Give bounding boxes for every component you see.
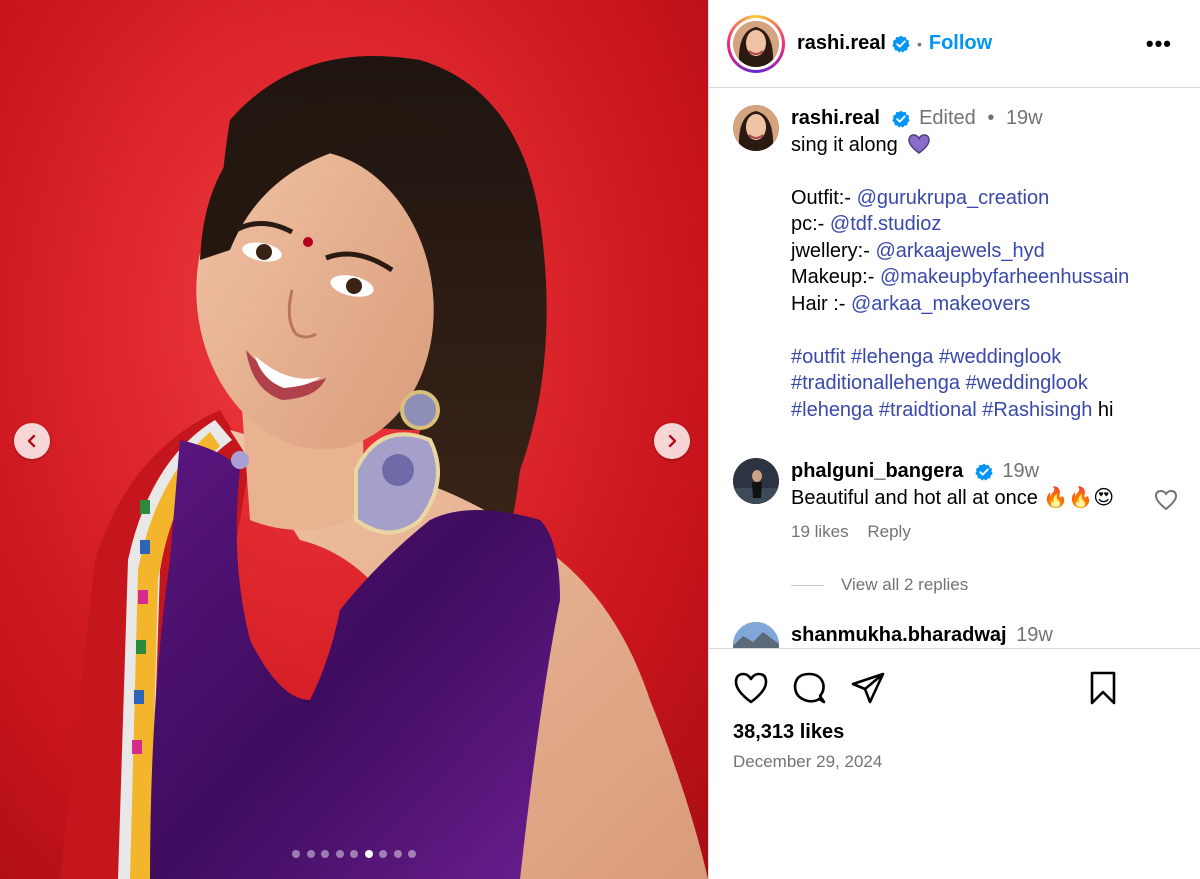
chevron-right-icon — [668, 434, 677, 448]
chevron-left-icon — [27, 434, 36, 448]
caption-username[interactable]: rashi.real — [791, 107, 880, 129]
commenter-avatar[interactable] — [733, 622, 779, 648]
post-details-panel: rashi.real • Follow ••• rashi.real Edite… — [708, 0, 1200, 879]
verified-icon — [891, 110, 910, 128]
comment-text: Beautiful and hot all at once — [791, 486, 1038, 509]
story-ring[interactable] — [727, 14, 785, 73]
carousel-next-button[interactable] — [654, 423, 690, 459]
caption: rashi.real Edited • 19w sing it along Ou… — [733, 105, 1129, 423]
comment-time[interactable]: 19w — [1002, 460, 1039, 482]
post-header: rashi.real • Follow ••• — [709, 0, 1200, 88]
post-photo — [0, 0, 708, 879]
credit-line: pc:- @tdf.studioz — [791, 213, 942, 235]
comment-time[interactable]: 19w — [1016, 624, 1053, 646]
carousel-dot — [364, 850, 373, 858]
hashtags[interactable]: #traditionallehenga #weddinglook — [791, 372, 1088, 394]
header-separator: • — [916, 35, 922, 52]
carousel-indicator — [0, 850, 708, 858]
mention-link[interactable]: @gurukrupa_creation — [857, 187, 1050, 209]
caption-time[interactable]: 19w — [1006, 107, 1043, 129]
share-icon[interactable] — [850, 671, 886, 705]
mention-link[interactable]: @arkaa_makeovers — [851, 293, 1030, 315]
comment-emoji: 🔥🔥😍 — [1043, 486, 1115, 509]
caption-line1: sing it along — [791, 133, 898, 156]
post-date: December 29, 2024 — [733, 752, 883, 771]
more-options-button[interactable]: ••• — [1146, 33, 1172, 55]
edited-label: Edited — [919, 107, 976, 129]
likes-count[interactable]: 38,313 likes — [733, 721, 844, 744]
heart-icon[interactable] — [733, 671, 769, 705]
view-replies[interactable]: View all 2 replies — [791, 575, 968, 595]
carousel-dot — [350, 850, 358, 858]
credit-line: Makeup:- @makeupbyfarheenhussain — [791, 266, 1130, 288]
post-author-username[interactable]: rashi.real — [797, 32, 886, 55]
reply-button[interactable]: Reply — [867, 522, 910, 541]
mention-link[interactable]: @arkaajewels_hyd — [875, 240, 1044, 262]
caption-avatar[interactable] — [733, 105, 779, 151]
credit-line: Outfit:- @gurukrupa_creation — [791, 186, 1050, 209]
comment-item: phalguni_bangera 19w Beautiful and hot a… — [733, 458, 1114, 546]
hashtags[interactable]: #outfit #lehenga #weddinglook — [791, 346, 1061, 368]
comment-item: shanmukha.bharadwaj 19w — [733, 622, 1053, 648]
mention-link[interactable]: @tdf.studioz — [830, 213, 941, 235]
commenter-avatar[interactable] — [733, 458, 779, 504]
carousel-dot — [393, 850, 402, 858]
caption-separator: • — [987, 107, 995, 129]
hashtags[interactable]: #lehenga #traidtional #Rashisingh — [791, 399, 1092, 421]
comment-icon[interactable] — [791, 671, 827, 705]
credit-line: Hair :- @arkaa_makeovers — [791, 292, 1031, 315]
verified-icon — [892, 35, 910, 53]
comment-likes[interactable]: 19 likes — [791, 522, 849, 541]
mention-link[interactable]: @makeupbyfarheenhussain — [880, 266, 1129, 288]
carousel-prev-button[interactable] — [14, 423, 50, 459]
carousel-dot — [379, 850, 387, 858]
carousel-dot — [335, 850, 344, 858]
view-replies-label[interactable]: View all 2 replies — [841, 575, 968, 595]
carousel-dot — [321, 850, 329, 858]
follow-button[interactable]: Follow — [929, 32, 992, 55]
caption-trailing-text: hi — [1092, 398, 1114, 421]
post-actions: 38,313 likes December 29, 2024 — [709, 648, 1200, 879]
comment-like-icon[interactable] — [1154, 489, 1178, 511]
carousel-dot — [306, 850, 315, 858]
bookmark-icon[interactable] — [1085, 671, 1121, 705]
post-media[interactable] — [0, 0, 708, 879]
commenter-username[interactable]: phalguni_bangera — [791, 460, 963, 482]
credit-line: jwellery:- @arkaajewels_hyd — [791, 239, 1045, 262]
avatar — [733, 20, 779, 67]
carousel-dot — [408, 850, 416, 858]
comments-section[interactable]: rashi.real Edited • 19w sing it along Ou… — [709, 89, 1200, 648]
carousel-dot — [292, 850, 300, 858]
purple-heart-icon — [908, 133, 931, 154]
commenter-username[interactable]: shanmukha.bharadwaj — [791, 624, 1007, 646]
verified-icon — [975, 463, 993, 481]
